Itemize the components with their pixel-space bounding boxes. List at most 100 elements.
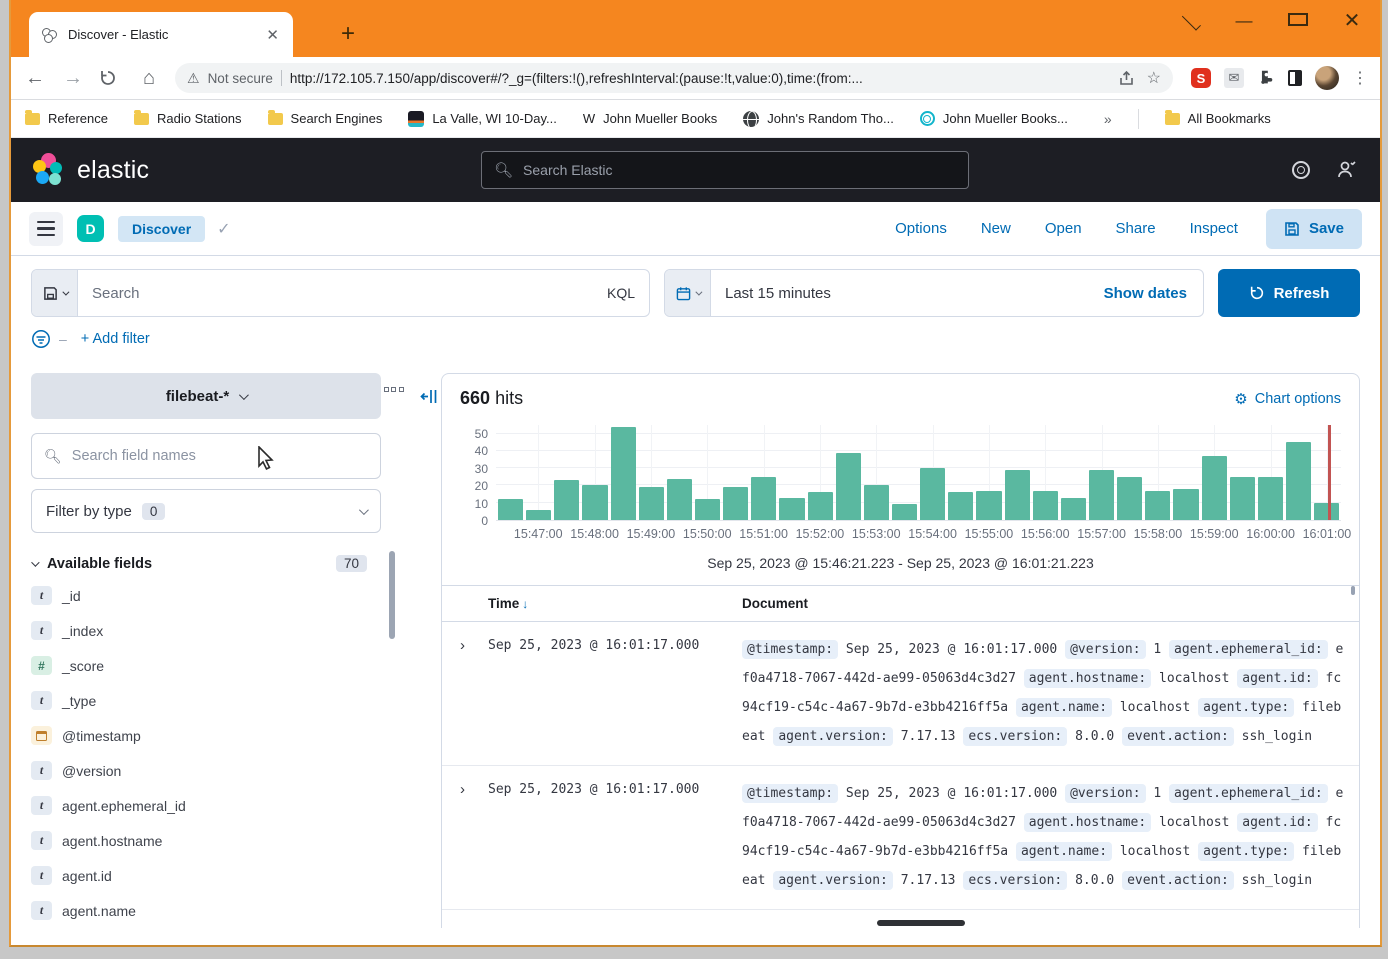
user-settings-icon[interactable] <box>1336 159 1358 181</box>
histogram-bar[interactable] <box>639 487 664 520</box>
field-item[interactable]: t_id <box>31 578 381 613</box>
bookmark-item[interactable]: Radio Stations <box>134 111 242 126</box>
not-secure-warning-icon[interactable]: ⚠ <box>187 70 200 87</box>
toolbar-link-options[interactable]: Options <box>895 220 947 237</box>
expand-row-icon[interactable]: › <box>460 779 488 895</box>
bookmark-item[interactable]: WJohn Mueller Books <box>583 111 717 126</box>
search-input[interactable] <box>78 270 593 316</box>
show-dates-button[interactable]: Show dates <box>1088 270 1203 316</box>
histogram-bar[interactable] <box>1089 470 1114 520</box>
histogram-bar[interactable] <box>1117 477 1142 520</box>
field-item[interactable]: t@version <box>31 753 381 788</box>
horizontal-scrollbar[interactable] <box>877 920 965 926</box>
toolbar-link-share[interactable]: Share <box>1116 220 1156 237</box>
url-bar[interactable]: ⚠ Not secure http://172.105.7.150/app/di… <box>175 63 1173 93</box>
browser-menu-icon[interactable]: ⋮ <box>1352 68 1368 88</box>
side-panel-icon[interactable] <box>1288 70 1302 86</box>
time-range-value[interactable]: Last 15 minutes <box>711 270 1088 316</box>
refresh-button[interactable]: Refresh <box>1218 269 1360 317</box>
histogram-bar[interactable] <box>1286 442 1311 520</box>
bookmark-item[interactable]: Search Engines <box>268 111 383 126</box>
histogram-bar[interactable] <box>751 477 776 520</box>
help-icon[interactable] <box>1292 161 1310 179</box>
extension-mail-icon[interactable]: ✉ <box>1224 68 1244 88</box>
extension-s-icon[interactable]: S <box>1191 68 1211 88</box>
toolbar-link-new[interactable]: New <box>981 220 1011 237</box>
all-bookmarks-button[interactable]: All Bookmarks <box>1165 111 1271 126</box>
chart-options-button[interactable]: ⚙ Chart options <box>1234 390 1341 408</box>
available-fields-header[interactable]: Available fields 70 <box>31 555 381 572</box>
histogram-bar[interactable] <box>723 487 748 520</box>
tab-search-icon[interactable] <box>1180 11 1200 31</box>
histogram-bar[interactable] <box>892 504 917 520</box>
back-button[interactable]: ← <box>23 67 47 90</box>
new-tab-button[interactable]: + <box>341 20 355 48</box>
minimize-button[interactable]: — <box>1234 11 1254 31</box>
saved-query-menu-button[interactable] <box>32 270 78 316</box>
histogram-bar[interactable] <box>695 499 720 520</box>
histogram-bar[interactable] <box>1258 477 1283 520</box>
field-item[interactable]: tagent.id <box>31 858 381 893</box>
field-item[interactable]: #_score <box>31 648 381 683</box>
histogram-bar[interactable] <box>667 479 692 520</box>
close-button[interactable]: ✕ <box>1342 8 1362 33</box>
toolbar-link-inspect[interactable]: Inspect <box>1190 220 1238 237</box>
add-filter-button[interactable]: + Add filter <box>81 331 150 347</box>
kql-button[interactable]: KQL <box>593 270 649 316</box>
space-avatar[interactable]: D <box>77 215 104 242</box>
histogram-bar[interactable] <box>976 491 1001 520</box>
histogram-bar[interactable] <box>948 492 973 520</box>
index-pattern-selector[interactable]: filebeat-* <box>31 373 381 419</box>
histogram-bar[interactable] <box>779 498 804 520</box>
histogram-bar[interactable] <box>1145 491 1170 520</box>
save-button[interactable]: Save <box>1266 209 1362 249</box>
histogram-bar[interactable] <box>1314 503 1339 520</box>
field-settings-icon[interactable] <box>384 387 404 392</box>
bookmark-star-icon[interactable]: ☆ <box>1147 68 1161 88</box>
bookmark-item[interactable]: Reference <box>25 111 108 126</box>
histogram-bar[interactable] <box>1005 470 1030 520</box>
calendar-menu-button[interactable] <box>665 270 711 316</box>
field-item[interactable]: tagent.ephemeral_id <box>31 788 381 823</box>
share-icon[interactable] <box>1118 70 1135 87</box>
histogram-bar[interactable] <box>554 480 579 520</box>
toolbar-link-open[interactable]: Open <box>1045 220 1082 237</box>
field-item[interactable]: @timestamp <box>31 718 381 753</box>
histogram-bar[interactable] <box>836 453 861 520</box>
document-column-header[interactable]: Document <box>742 596 808 611</box>
histogram-bar[interactable] <box>920 468 945 520</box>
browser-tab[interactable]: Discover - Elastic ✕ <box>29 12 293 57</box>
sidebar-scrollbar[interactable] <box>389 551 395 639</box>
field-item[interactable]: tagent.name <box>31 893 381 928</box>
histogram-bar[interactable] <box>864 485 889 520</box>
global-search-input[interactable]: 🔍︎ Search Elastic <box>481 151 969 189</box>
time-column-header[interactable]: Time↓ <box>460 596 742 611</box>
security-label[interactable]: Not secure <box>208 71 273 86</box>
forward-button[interactable]: → <box>61 67 85 90</box>
elastic-brand[interactable]: elastic <box>77 156 149 185</box>
elastic-logo-icon[interactable] <box>33 153 67 187</box>
field-item[interactable]: t_index <box>31 613 381 648</box>
filter-icon[interactable] <box>31 329 51 349</box>
histogram-bar[interactable] <box>498 499 523 520</box>
table-scrollbar[interactable] <box>1351 586 1355 595</box>
reload-button[interactable] <box>99 69 123 87</box>
histogram-bar[interactable] <box>1033 491 1058 520</box>
extensions-puzzle-icon[interactable] <box>1257 69 1275 87</box>
url-text[interactable]: http://172.105.7.150/app/discover#/?_g=(… <box>290 71 1110 86</box>
histogram-bar[interactable] <box>1202 456 1227 520</box>
field-item[interactable]: tagent.hostname <box>31 823 381 858</box>
histogram-bar[interactable] <box>1173 489 1198 520</box>
bookmark-item[interactable]: La Valle, WI 10-Day... <box>408 111 557 127</box>
collapse-sidebar-icon[interactable] <box>420 387 439 406</box>
field-item[interactable]: t_type <box>31 683 381 718</box>
maximize-button[interactable] <box>1288 11 1308 31</box>
field-search-input[interactable] <box>72 448 368 464</box>
home-button[interactable]: ⌂ <box>137 67 161 90</box>
tab-close-icon[interactable]: ✕ <box>262 26 283 44</box>
histogram-bar[interactable] <box>1230 477 1255 520</box>
menu-hamburger-icon[interactable] <box>29 212 63 246</box>
histogram-bar[interactable] <box>611 427 636 520</box>
bookmark-item[interactable]: John's Random Tho... <box>743 111 894 127</box>
histogram-bar[interactable] <box>808 492 833 520</box>
